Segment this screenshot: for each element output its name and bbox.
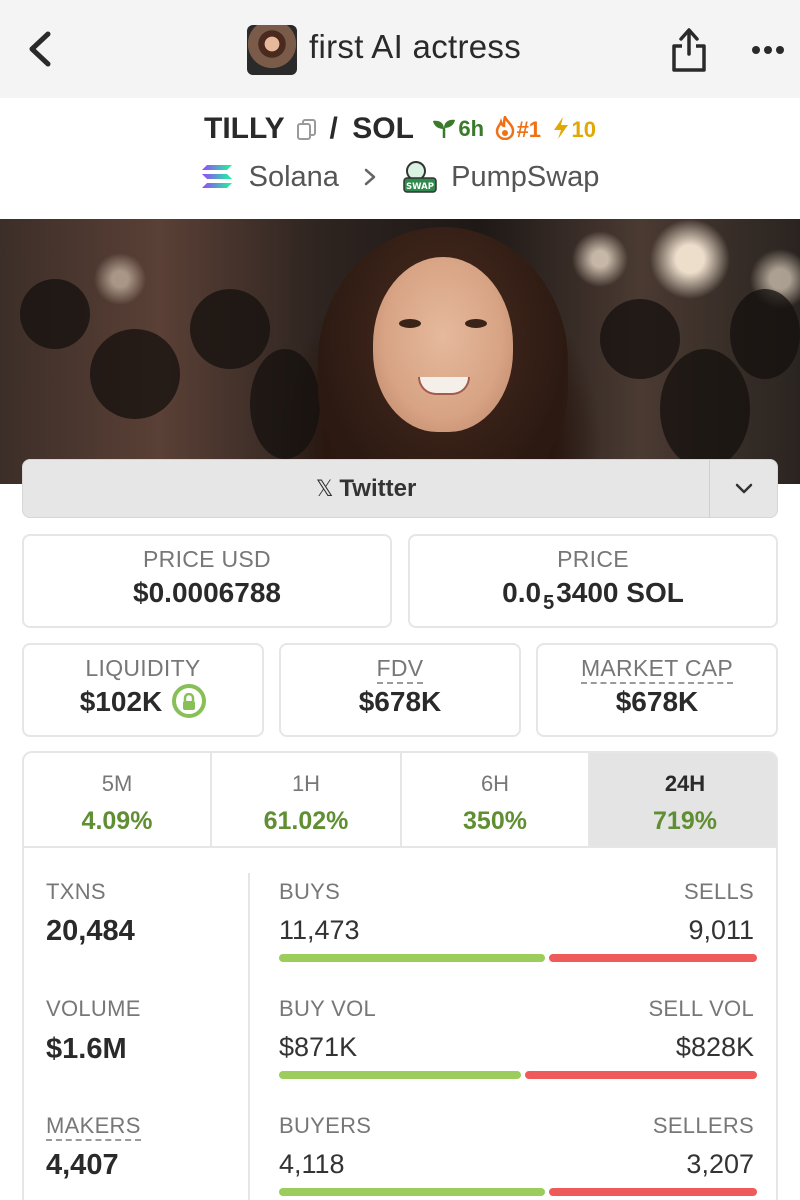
trending-rank-badge: #1 [495,112,542,143]
makers-label[interactable]: MAKERS [46,1113,141,1141]
lightning-icon [553,116,568,139]
chevron-down-icon [735,483,753,494]
token-banner-image [0,219,800,484]
sell-vol-bar [525,1071,757,1079]
liquidity-card: LIQUIDITY $102K [22,643,264,737]
tab-change: 4.09% [81,807,153,835]
liquidity-value: $102K [79,686,163,717]
tab-label: 24H [664,771,706,796]
price-native-subscript: 5 [543,592,555,614]
x-logo-icon: 𝕏 [315,476,334,501]
solana-icon[interactable] [201,164,233,190]
share-button[interactable] [668,24,710,76]
transaction-stats: TXNS 20,484 VOLUME $1.6M MAKERS 4,407 BU… [22,847,778,1200]
price-native-label: PRICE [557,546,629,572]
seedling-icon [433,119,456,138]
sells-value: 9,011 [688,915,754,945]
tab-label: 5M [101,771,133,796]
base-token-symbol: TILLY [204,112,285,145]
pair-separator: / [329,112,338,145]
tab-change: 350% [463,807,527,835]
tab-label: 1H [291,771,321,796]
volume-value: $1.6M [46,1033,127,1065]
buys-bar [279,954,545,962]
dex-link[interactable]: PumpSwap [451,161,599,194]
buys-label: BUYS [279,879,341,904]
twitter-label: Twitter [339,475,417,502]
buys-value: 11,473 [279,915,360,945]
sell-vol-label: SELL VOL [648,996,754,1021]
back-button[interactable] [22,24,62,74]
chain-link[interactable]: Solana [249,161,339,194]
tab-change: 61.02% [263,807,349,835]
fdv-value: $678K [358,686,442,717]
market-cap-card: MARKET CAP $678K [536,643,778,737]
socials-expand-button[interactable] [710,460,778,517]
pumpswap-logo-text: SWAP [406,182,434,192]
market-cap-value: $678K [615,686,699,717]
pair-header: TILLY / SOL 6h #1 10 [0,112,800,156]
tab-6h[interactable]: 6H 350% [402,753,588,846]
price-native-tail: 3400 SOL [556,577,684,608]
stats-divider [248,873,250,1200]
makers-value: 4,407 [46,1149,119,1181]
tab-5m[interactable]: 5M 4.09% [24,753,210,846]
price-usd-card: PRICE USD $0.0006788 [22,534,392,628]
price-native-card: PRICE 0.0 53400 SOL [408,534,778,628]
txns-label: TXNS [46,879,106,904]
sell-vol-value: $828K [675,1032,754,1062]
liquidity-locked-badge[interactable] [172,683,207,718]
price-native-value: 0.0 53400 SOL [410,577,776,614]
fdv-label[interactable]: FDV [376,655,424,684]
buyers-value: 4,118 [279,1149,345,1179]
sells-bar [549,954,757,962]
more-options-button[interactable] [748,30,788,70]
pumpswap-icon[interactable]: SWAP [403,160,437,194]
pair-age-text: 6h [458,116,485,141]
twitter-link-button[interactable]: 𝕏 Twitter [23,460,709,517]
fdv-card: FDV $678K [279,643,521,737]
sellers-bar [549,1188,757,1196]
sells-label: SELLS [684,879,754,904]
trending-rank-text: #1 [516,116,542,142]
token-avatar [247,25,297,75]
tab-1h[interactable]: 1H 61.02% [212,753,400,846]
flame-icon [495,112,514,140]
volume-label: VOLUME [46,996,141,1021]
pair-age-badge: 6h [432,116,484,142]
quote-token-symbol: SOL [352,112,414,145]
chain-breadcrumb: Solana SWAP PumpSwap [0,160,800,202]
buyers-bar [279,1188,545,1196]
socials-bar: 𝕏 Twitter [22,459,778,518]
buy-vol-value: $871K [279,1032,358,1062]
tab-label: 6H [480,771,510,796]
tab-24h[interactable]: 24H 719% [590,753,776,846]
txns-value: 20,484 [46,915,135,947]
buy-vol-label: BUY VOL [279,996,377,1021]
lock-icon [183,692,196,710]
buy-vol-bar [279,1071,521,1079]
market-cap-label[interactable]: MARKET CAP [580,655,734,684]
sellers-value: 3,207 [686,1149,754,1179]
sellers-label: SELLERS [652,1113,754,1138]
price-native-lead: 0.0 [502,577,542,608]
boost-badge: 10 [552,116,596,143]
top-bar: first AI actress [0,0,800,98]
more-horizontal-icon [752,46,784,54]
boost-count-text: 10 [571,116,596,142]
price-usd-value: $0.0006788 [133,577,281,608]
chevron-right-icon [364,169,376,186]
timeframe-tabs: 5M 4.09% 1H 61.02% 6H 350% 24H 719% [22,751,778,848]
liquidity-value-row: $102K [24,683,262,721]
page-title: first AI actress [309,28,522,65]
chevron-left-icon [29,31,51,67]
liquidity-label: LIQUIDITY [85,655,201,681]
price-usd-label: PRICE USD [143,546,271,572]
copy-icon[interactable] [295,117,319,141]
buyers-label: BUYERS [279,1113,372,1138]
tab-change: 719% [653,807,717,835]
share-icon [672,28,706,72]
